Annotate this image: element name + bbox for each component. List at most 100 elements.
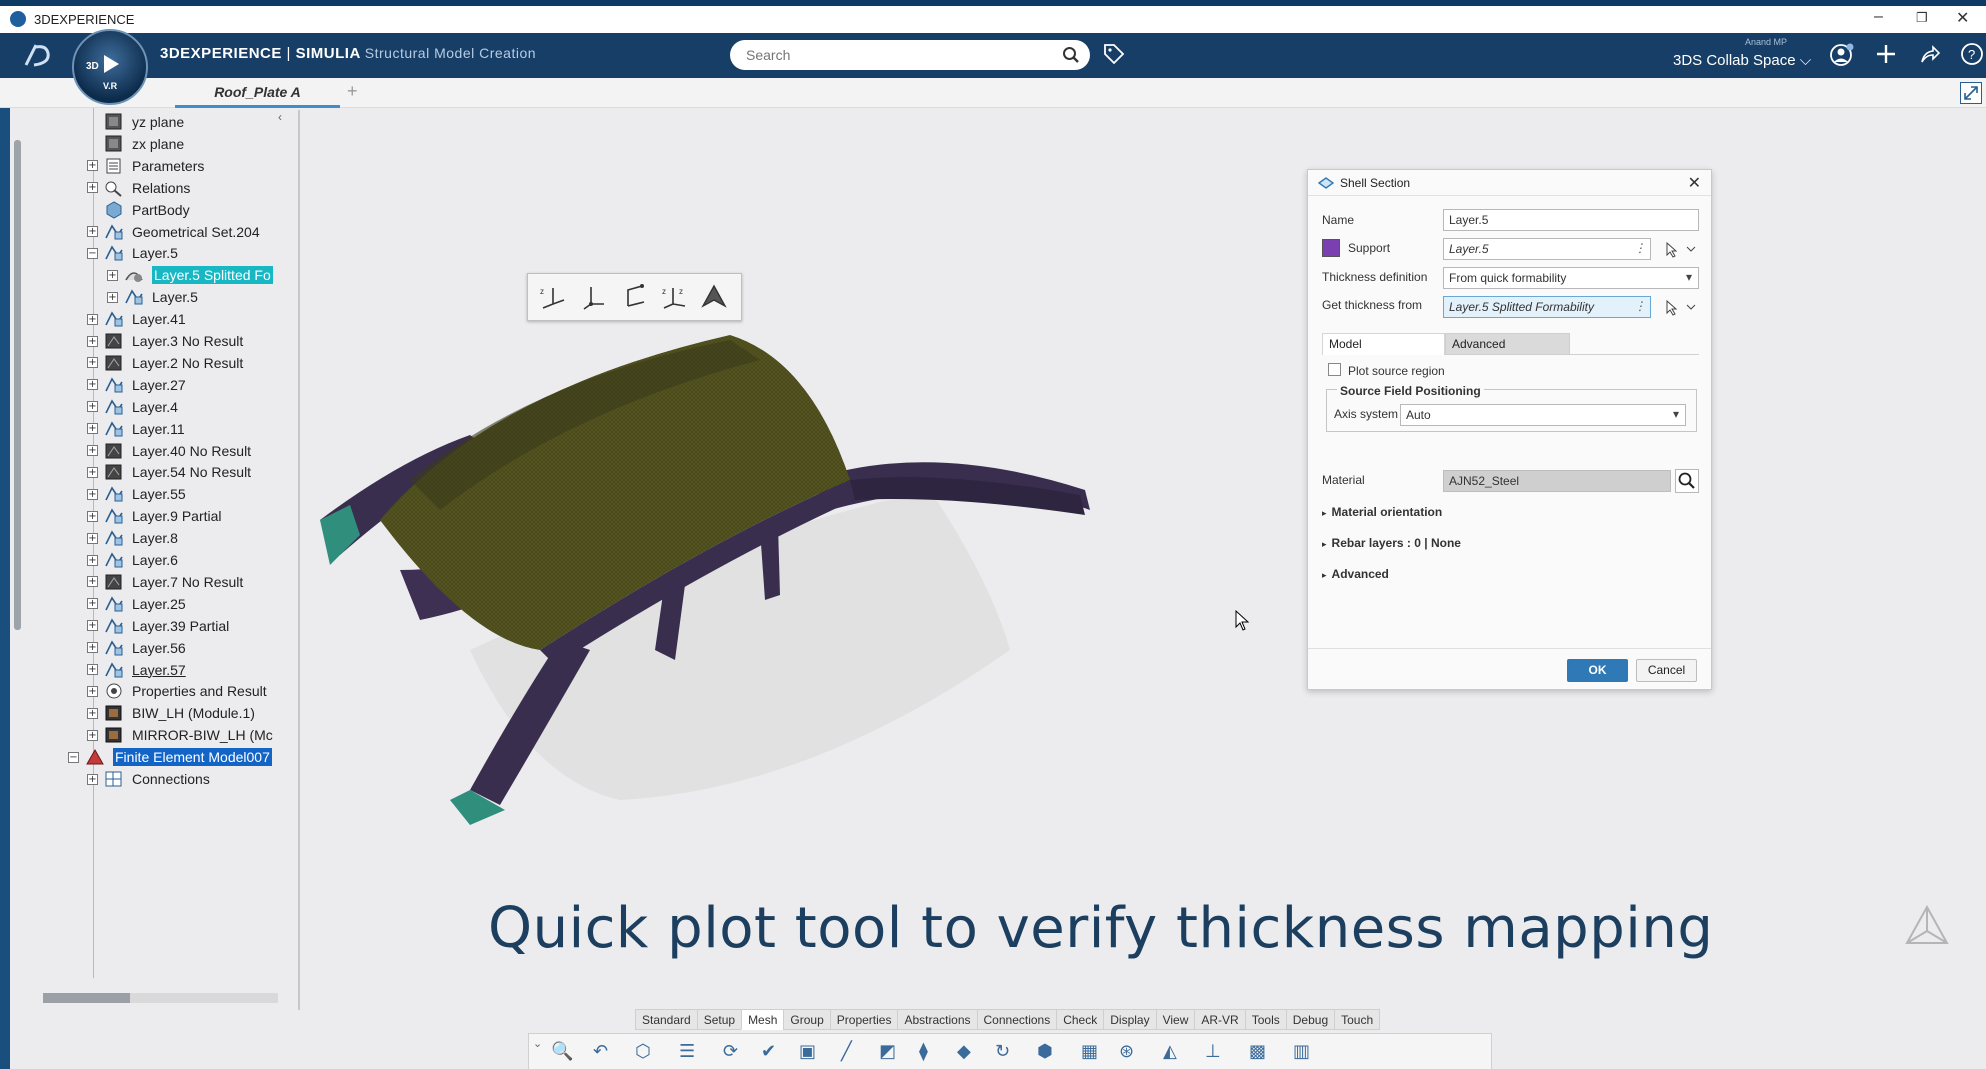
expand-node-icon[interactable]: + (87, 576, 98, 588)
minimize-button[interactable]: – (1874, 8, 1883, 26)
action-tab-abstractions[interactable]: Abstractions (897, 1009, 978, 1030)
expand-node-icon[interactable]: + (87, 445, 98, 456)
expand-node-icon[interactable]: + (87, 160, 98, 172)
transform-icon[interactable]: ↻ (995, 1041, 1021, 1065)
line-icon[interactable]: ╱ (841, 1041, 867, 1065)
tetra-icon[interactable]: ◆ (957, 1041, 983, 1065)
expand-node-icon[interactable]: + (87, 773, 98, 785)
material-orientation-section[interactable]: ▸ Material orientation (1322, 505, 1442, 519)
action-bar-collapse-icon[interactable]: ⌄ (533, 1037, 542, 1050)
expand-node-icon[interactable]: + (87, 510, 98, 522)
new-tab-button[interactable]: + (347, 81, 358, 102)
view-iso-icon[interactable] (699, 282, 729, 312)
material-field[interactable]: AJN52_Steel (1443, 470, 1671, 492)
add-icon[interactable] (1874, 42, 1898, 71)
tree-item[interactable]: + Connections (87, 766, 210, 792)
support-pick-button[interactable] (1661, 238, 1699, 260)
name-field[interactable]: Layer.5 (1443, 209, 1699, 231)
action-tab-debug[interactable]: Debug (1285, 1009, 1336, 1030)
part-icon[interactable]: ⬡ (635, 1041, 661, 1065)
material-search-icon[interactable] (1675, 469, 1699, 493)
share-icon[interactable] (1918, 42, 1942, 71)
expand-node-icon[interactable]: + (87, 532, 98, 544)
collab-space-selector[interactable]: 3DS Collab Space ⌵ (1673, 52, 1811, 69)
action-tab-ar-vr[interactable]: AR-VR (1194, 1009, 1246, 1030)
expand-node-icon[interactable]: + (87, 642, 98, 654)
expand-node-icon[interactable]: + (87, 554, 98, 566)
tab-advanced[interactable]: Advanced (1445, 333, 1570, 355)
thickness-from-pick-button[interactable] (1661, 296, 1699, 318)
expand-node-icon[interactable]: + (87, 466, 98, 478)
tab-roof-plate-a[interactable]: Roof_Plate A (175, 78, 340, 108)
tag-icon[interactable] (1102, 42, 1126, 71)
zoom-area-icon[interactable]: 🔍 (551, 1041, 577, 1065)
rebar-layers-section[interactable]: ▸ Rebar layers : 0 | None (1322, 536, 1461, 550)
expand-icon[interactable] (1960, 82, 1982, 104)
action-tab-properties[interactable]: Properties (829, 1009, 899, 1030)
support-color-swatch[interactable] (1322, 239, 1340, 257)
expand-node-icon[interactable]: + (87, 357, 98, 369)
collapse-tree-button[interactable]: ‹ (278, 110, 282, 124)
collapse-node-icon[interactable]: − (87, 247, 98, 259)
ok-button[interactable]: OK (1567, 659, 1628, 682)
expand-node-icon[interactable]: + (87, 423, 98, 435)
solid-icon[interactable]: ▣ (799, 1041, 825, 1065)
scrollbar-thumb[interactable] (43, 993, 130, 1003)
advanced-section[interactable]: ▸ Advanced (1322, 567, 1389, 581)
grid-icon[interactable]: ▩ (1249, 1041, 1275, 1065)
expand-node-icon[interactable]: + (107, 269, 118, 281)
action-tab-tools[interactable]: Tools (1244, 1009, 1287, 1030)
action-tab-display[interactable]: Display (1103, 1009, 1157, 1030)
expand-node-icon[interactable]: + (87, 313, 98, 325)
tree-horizontal-scrollbar[interactable] (43, 993, 278, 1003)
expand-node-icon[interactable]: + (87, 620, 98, 632)
expand-node-icon[interactable]: + (87, 707, 98, 719)
expand-node-icon[interactable]: + (87, 664, 98, 675)
surface-mesh-icon[interactable]: ◩ (879, 1041, 905, 1065)
close-window-button[interactable]: ✕ (1956, 8, 1969, 28)
axis-icon[interactable]: ⊥ (1205, 1041, 1231, 1065)
action-tab-view[interactable]: View (1155, 1009, 1196, 1030)
expand-node-icon[interactable]: + (87, 685, 98, 697)
action-tab-mesh[interactable]: Mesh (741, 1009, 785, 1030)
action-tab-standard[interactable]: Standard (635, 1009, 698, 1030)
assembly-icon[interactable]: ⬢ (1037, 1041, 1063, 1065)
help-icon[interactable]: ? (1960, 42, 1984, 71)
expand-node-icon[interactable]: + (87, 182, 98, 194)
expand-node-icon[interactable]: + (87, 379, 98, 391)
search-icon[interactable] (1062, 46, 1080, 69)
expand-node-icon[interactable]: + (107, 291, 118, 303)
axis-system-select[interactable]: Auto (1400, 404, 1686, 426)
expand-node-icon[interactable]: + (87, 488, 98, 500)
view-z-axis-icon[interactable]: zz (659, 282, 689, 312)
tab-model[interactable]: Model (1322, 333, 1445, 355)
roof-panel-3d-model[interactable] (290, 320, 1120, 840)
support-more-icon[interactable]: ⋮ (1634, 241, 1646, 255)
cube-icon[interactable]: ▦ (1081, 1041, 1107, 1065)
expand-node-icon[interactable]: + (87, 226, 98, 237)
thickness-from-more-icon[interactable]: ⋮ (1634, 299, 1646, 313)
compass-button[interactable]: 3D V.R (72, 29, 148, 105)
cancel-button[interactable]: Cancel (1636, 659, 1697, 682)
dialog-close-icon[interactable]: ✕ (1688, 173, 1701, 193)
view-compass-icon[interactable] (1897, 903, 1957, 953)
action-tab-group[interactable]: Group (783, 1009, 831, 1030)
update-icon[interactable]: ⟳ (723, 1041, 749, 1065)
mesh-icon[interactable]: ⧫ (919, 1041, 945, 1065)
view-zx-icon[interactable] (618, 282, 648, 312)
action-tab-setup[interactable]: Setup (696, 1009, 743, 1030)
restore-button[interactable]: ❐ (1916, 10, 1928, 26)
box-mesh-icon[interactable]: ▥ (1293, 1041, 1319, 1065)
view-yz-icon[interactable] (578, 282, 608, 312)
expand-node-icon[interactable]: + (87, 335, 98, 347)
action-tab-touch[interactable]: Touch (1334, 1009, 1381, 1030)
search-input[interactable] (744, 46, 1044, 64)
check-icon[interactable]: ✔ (761, 1041, 787, 1065)
view-xy-icon[interactable]: z (538, 282, 568, 312)
expand-node-icon[interactable]: + (87, 729, 98, 741)
profile-icon[interactable] (1829, 42, 1855, 73)
expand-node-icon[interactable]: + (87, 598, 98, 610)
search-box[interactable] (730, 40, 1090, 70)
expand-node-icon[interactable]: + (87, 401, 98, 413)
plane-cut-icon[interactable]: ◭ (1163, 1041, 1189, 1065)
